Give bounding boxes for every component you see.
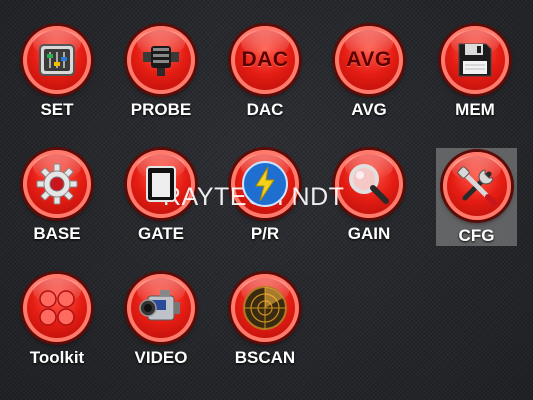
- dac-button[interactable]: DAC: [231, 26, 299, 94]
- tools-icon: [456, 166, 497, 206]
- radar-icon: [243, 286, 287, 330]
- mem-label: MEM: [455, 100, 495, 119]
- set-label: SET: [40, 100, 74, 119]
- gear-icon: [36, 163, 78, 205]
- menu-item-dac[interactable]: DAC DAC: [224, 22, 306, 120]
- gate-label: GATE: [138, 224, 184, 243]
- probe-button[interactable]: [127, 26, 195, 94]
- magnifier-icon: [349, 164, 389, 204]
- gain-button[interactable]: [335, 150, 403, 218]
- video-button[interactable]: [127, 274, 195, 342]
- menu-item-bscan[interactable]: BSCAN: [224, 270, 306, 368]
- avg-button[interactable]: AVG: [335, 26, 403, 94]
- sliders-icon: [39, 44, 75, 76]
- menu-item-video[interactable]: VIDEO: [120, 270, 202, 368]
- avg-label: AVG: [351, 100, 387, 119]
- floppy-disk-icon: [458, 43, 492, 77]
- base-button[interactable]: [23, 150, 91, 218]
- menu-item-mem[interactable]: MEM: [434, 22, 516, 120]
- pr-button[interactable]: [231, 150, 299, 218]
- dots-grid-icon: [39, 290, 75, 326]
- gate-button[interactable]: [127, 150, 195, 218]
- mem-button[interactable]: [441, 26, 509, 94]
- probe-icon: [143, 46, 179, 76]
- menu-item-gain[interactable]: GAIN: [328, 146, 410, 244]
- probe-label: PROBE: [130, 100, 192, 119]
- menu-item-avg[interactable]: AVG AVG: [328, 22, 410, 120]
- menu-item-cfg[interactable]: CFG: [436, 148, 517, 246]
- bscan-label: BSCAN: [234, 348, 296, 367]
- menu-item-gate[interactable]: GATE: [120, 146, 202, 244]
- base-label: BASE: [33, 224, 81, 243]
- avg-icon-text: AVG: [346, 48, 392, 71]
- video-label: VIDEO: [134, 348, 188, 367]
- pr-label: P/R: [250, 224, 280, 243]
- dac-icon-text: DAC: [241, 48, 289, 71]
- lightning-icon: [242, 161, 288, 207]
- gate-icon: [146, 166, 176, 202]
- menu-item-base[interactable]: BASE: [16, 146, 98, 244]
- toolkit-button[interactable]: [23, 274, 91, 342]
- cfg-label: CFG: [458, 226, 495, 245]
- menu-item-probe[interactable]: PROBE: [120, 22, 202, 120]
- menu-item-set[interactable]: SET: [16, 22, 98, 120]
- gain-label: GAIN: [347, 224, 391, 243]
- menu-item-toolkit[interactable]: Toolkit: [16, 270, 98, 368]
- menu-item-pr[interactable]: P/R: [224, 146, 306, 244]
- camcorder-icon: [139, 290, 180, 321]
- bscan-button[interactable]: [231, 274, 299, 342]
- cfg-button[interactable]: [442, 152, 511, 220]
- toolkit-label: Toolkit: [29, 348, 85, 367]
- set-button[interactable]: [23, 26, 91, 94]
- dac-label: DAC: [246, 100, 284, 119]
